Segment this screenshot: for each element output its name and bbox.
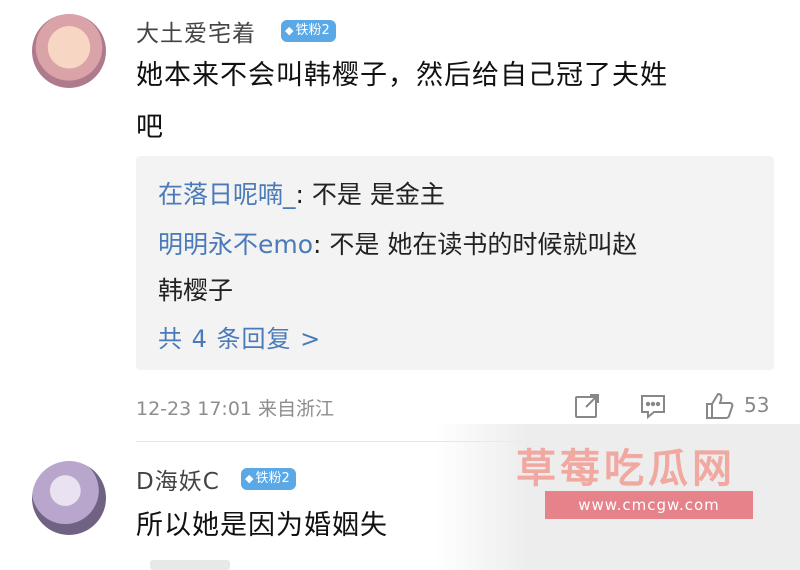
reply-box[interactable]: 在落日呢喃_: 不是 是金主 明明永不emo: 不是 她在读书的时候就叫赵 韩樱… xyxy=(136,156,774,370)
like-icon[interactable] xyxy=(704,391,736,425)
comment-username[interactable]: 大土爱宅着 xyxy=(136,14,256,48)
reply-item[interactable]: 在落日呢喃_: 不是 是金主 xyxy=(158,170,758,220)
reply-username[interactable]: 明明永不emo xyxy=(158,230,313,259)
reply-username[interactable]: 在落日呢喃_ xyxy=(158,180,296,209)
truncated-text xyxy=(150,560,230,570)
comment-timestamp: 12-23 17:01 来自浙江 xyxy=(136,398,335,420)
reply-text: : 不是 是金主 xyxy=(295,180,445,209)
comment-username[interactable]: D海妖C xyxy=(136,462,220,496)
fan-badge: ◆ 铁粉2 xyxy=(281,20,336,42)
like-count: 53 xyxy=(744,393,770,417)
comment-icon[interactable] xyxy=(638,391,668,425)
avatar[interactable] xyxy=(32,14,106,88)
comment-content: 她本来不会叫韩樱子，然后给自己冠了夫姓 吧 xyxy=(136,60,668,143)
avatar[interactable] xyxy=(32,461,106,535)
watermark-url: www.cmcgw.com xyxy=(545,491,753,519)
more-replies-link[interactable]: 共 4 条回复 > xyxy=(158,319,321,354)
diamond-icon: ◆ xyxy=(245,472,254,485)
comment-actions: 53 xyxy=(572,391,772,421)
fan-badge: ◆ 铁粉2 xyxy=(241,468,296,490)
reply-item[interactable]: 明明永不emo: 不是 她在读书的时候就叫赵 xyxy=(158,220,758,270)
reply-text: : 不是 她在读书的时候就叫赵 xyxy=(313,230,638,259)
reply-text-continued: 韩樱子 xyxy=(158,276,234,305)
diamond-icon: ◆ xyxy=(285,24,294,37)
watermark-title: 草莓吃瓜网 xyxy=(516,446,736,492)
share-icon[interactable] xyxy=(572,391,602,425)
